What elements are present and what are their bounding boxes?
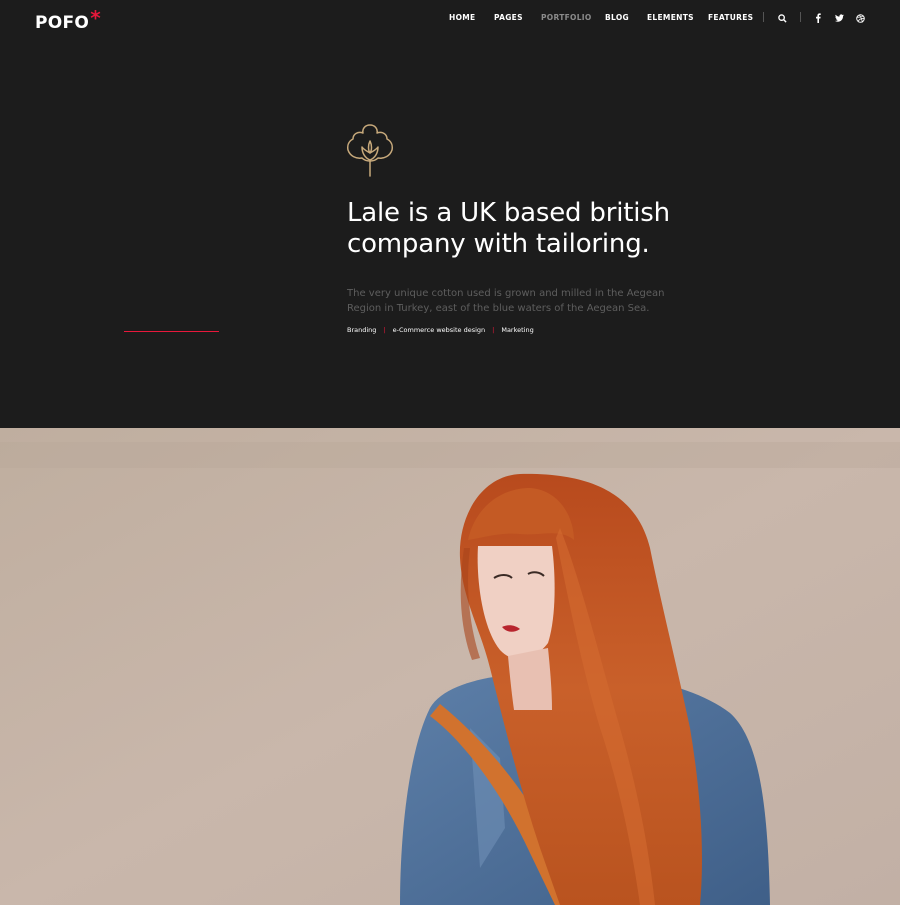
model-photo-illustration — [0, 428, 900, 905]
site-header: POFO* HOME PAGES PORTFOLIO BLOG ELEMENTS… — [0, 0, 900, 36]
twitter-icon[interactable] — [832, 11, 846, 25]
project-tags: Branding | e-Commerce website design | Marke… — [347, 326, 534, 334]
tag-separator: | — [492, 326, 495, 334]
logo-text: POFO — [35, 13, 90, 33]
logo-star: * — [90, 6, 101, 30]
nav-blog[interactable]: BLOG — [605, 13, 629, 22]
nav-divider — [800, 12, 801, 22]
nav-home[interactable]: HOME — [449, 13, 475, 22]
tag-ecommerce[interactable]: e-Commerce website design — [393, 326, 486, 334]
hero-photo — [0, 428, 900, 905]
hero-title: Lale is a UK based british company with … — [347, 198, 767, 260]
accent-line — [124, 331, 219, 332]
search-icon[interactable] — [775, 11, 789, 25]
nav-elements[interactable]: ELEMENTS — [647, 13, 694, 22]
dribbble-icon[interactable] — [853, 11, 867, 25]
tag-branding[interactable]: Branding — [347, 326, 376, 334]
logo[interactable]: POFO* — [35, 6, 101, 33]
tag-marketing[interactable]: Marketing — [501, 326, 533, 334]
hero-title-line: Lale is a UK based british — [347, 198, 670, 228]
hero-description: The very unique cotton used is grown and… — [347, 286, 687, 316]
tulip-logo-icon — [345, 121, 395, 179]
nav-portfolio[interactable]: PORTFOLIO — [541, 13, 592, 22]
hero-desc-line: The very unique cotton used is grown and… — [347, 288, 665, 299]
nav-pages[interactable]: PAGES — [494, 13, 523, 22]
hero-desc-line: Region in Turkey, east of the blue water… — [347, 303, 650, 314]
nav-divider — [763, 12, 764, 22]
tag-separator: | — [383, 326, 386, 334]
facebook-icon[interactable] — [811, 11, 825, 25]
hero-title-line: company with tailoring. — [347, 229, 650, 259]
nav-features[interactable]: FEATURES — [708, 13, 753, 22]
